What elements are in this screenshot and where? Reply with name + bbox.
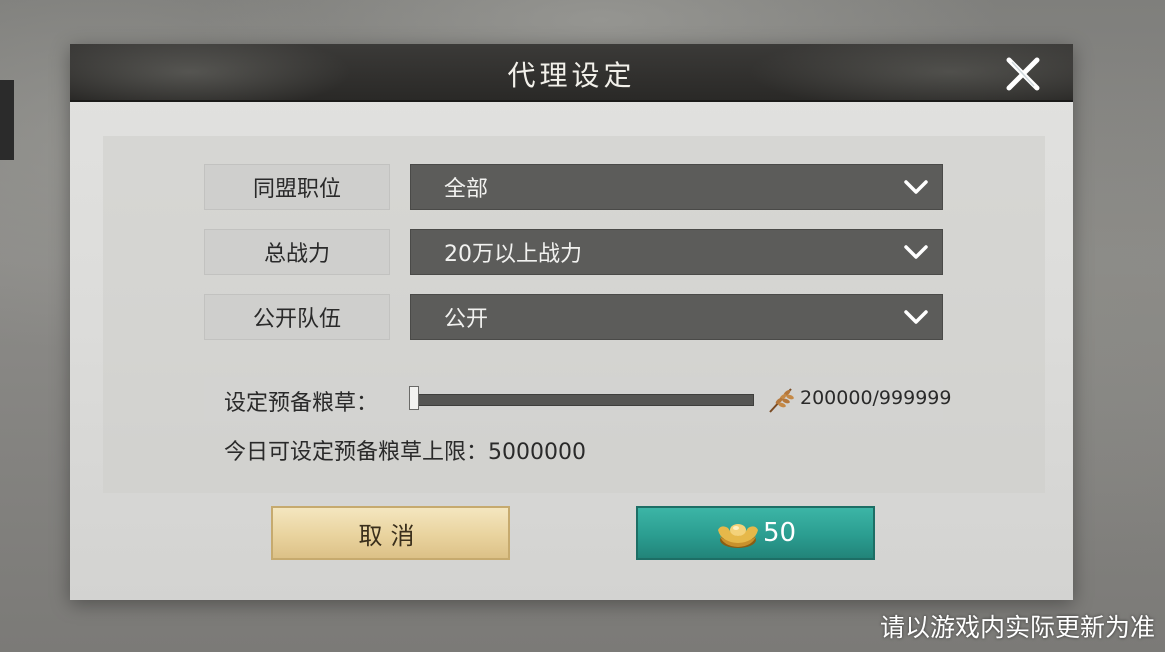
- reserve-grain-value: 200000/999999: [800, 387, 952, 409]
- reserve-grain-slider[interactable]: [414, 394, 754, 406]
- agent-settings-dialog: 代理设定 同盟职位 全部 总战力 20万以上战力 公开队伍 公开 设定预备粮草：…: [70, 44, 1073, 600]
- gold-ingot-icon: [717, 524, 758, 548]
- reserve-grain-label: 设定预备粮草：: [224, 391, 379, 416]
- reserve-grain-row: 设定预备粮草： 200000/999999: [204, 377, 951, 421]
- close-icon: [1006, 57, 1040, 91]
- total-power-value: 20万以上战力: [444, 242, 582, 267]
- alliance-rank-value: 全部: [444, 177, 489, 202]
- public-team-select[interactable]: 公开: [410, 294, 943, 340]
- chevron-down-icon: [904, 310, 928, 324]
- chevron-down-icon: [904, 245, 928, 259]
- confirm-button[interactable]: 50: [636, 506, 875, 560]
- background-edge: [0, 80, 14, 160]
- public-team-label: 公开队伍: [204, 294, 390, 340]
- alliance-rank-label: 同盟职位: [204, 164, 390, 210]
- confirm-cost: 50: [762, 518, 797, 548]
- dialog-titlebar: 代理设定: [70, 44, 1073, 102]
- cancel-button-label: 取消: [358, 521, 423, 550]
- chevron-down-icon: [904, 180, 928, 194]
- total-power-label: 总战力: [204, 229, 390, 275]
- grain-icon: [769, 388, 794, 413]
- reserve-grain-slider-handle[interactable]: [409, 386, 419, 410]
- dialog-title: 代理设定: [507, 59, 636, 92]
- cancel-button[interactable]: 取消: [271, 506, 510, 560]
- footnote-text: 请以游戏内实际更新为准: [879, 613, 1155, 642]
- total-power-select[interactable]: 20万以上战力: [410, 229, 943, 275]
- public-team-value: 公开: [444, 307, 489, 332]
- alliance-rank-select[interactable]: 全部: [410, 164, 943, 210]
- daily-limit-text: 今日可设定预备粮草上限：5000000: [224, 440, 586, 465]
- close-button[interactable]: [1003, 56, 1043, 92]
